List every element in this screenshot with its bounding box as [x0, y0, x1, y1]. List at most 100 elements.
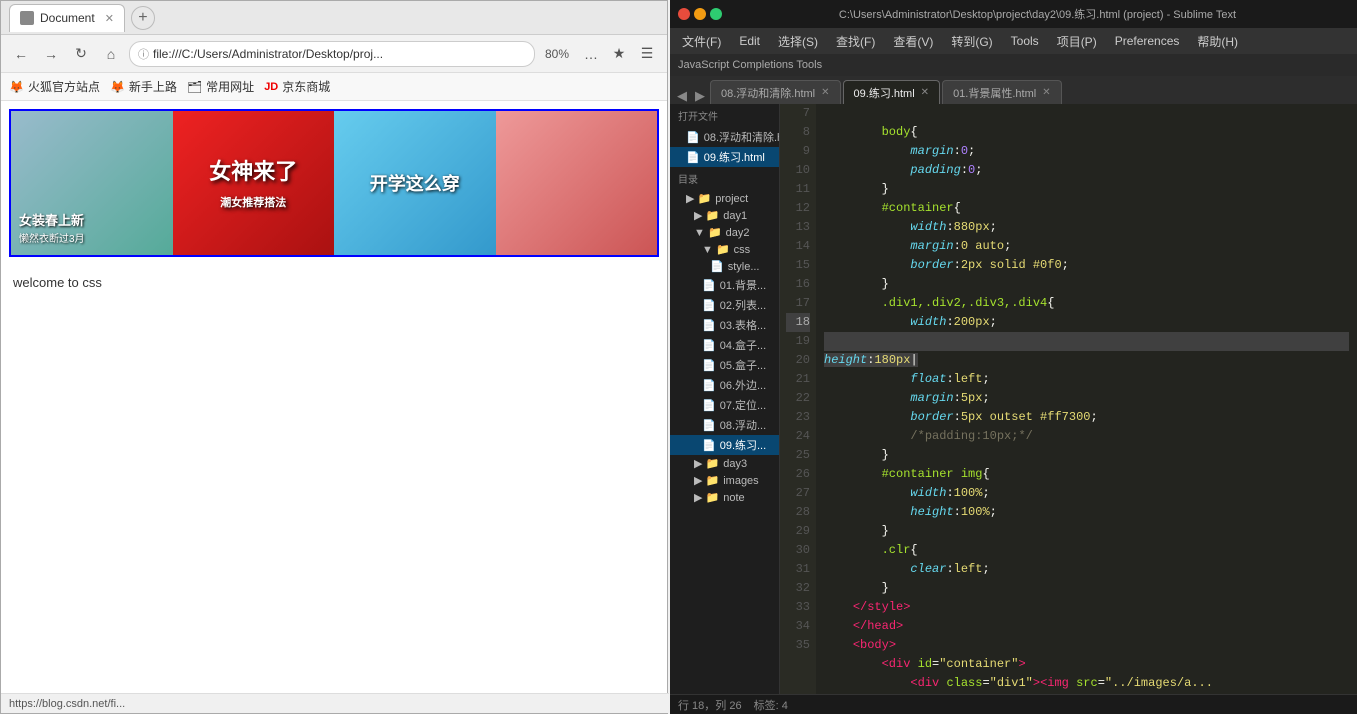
sidebar-folder-day1[interactable]: ▶ 📁 day1: [670, 207, 779, 224]
sidebar-folder-note[interactable]: ▶ 📁 note: [670, 489, 779, 506]
bookmark-common[interactable]: 🗂 常用网址: [187, 78, 254, 95]
file-05-label: 05.盒子...: [720, 357, 766, 373]
file-icon-08: 📄: [702, 419, 716, 432]
sidebar-file-practice-label: 09.练习.html: [704, 149, 765, 165]
image-1: 女装春上新懒然衣断过3月: [11, 111, 173, 255]
menu-file[interactable]: 文件(F): [674, 31, 729, 52]
address-bar[interactable]: ⓘ file:///C:/Users/Administrator/Desktop…: [129, 41, 535, 67]
sidebar-folder-css[interactable]: ▼ 📁 css: [670, 241, 779, 258]
sublime-statusbar: 行 18，列 26 标签: 4: [670, 694, 1357, 714]
sidebar-folder-images[interactable]: ▶ 📁 images: [670, 472, 779, 489]
folder-project-label: project: [715, 193, 748, 205]
tab-close-button[interactable]: ✕: [105, 12, 114, 25]
sublime-titlebar: C:\Users\Administrator\Desktop\project\d…: [670, 0, 1357, 28]
menu-help[interactable]: 帮助(H): [1189, 31, 1246, 52]
menu-view[interactable]: 查看(V): [885, 31, 941, 52]
more-button[interactable]: …: [579, 42, 603, 66]
tab-float-clear[interactable]: 08.浮动和清除.html ✕: [710, 80, 841, 104]
menu-project[interactable]: 项目(P): [1049, 31, 1105, 52]
refresh-button[interactable]: ↻: [69, 42, 93, 66]
open-files-title: 打开文件: [670, 104, 779, 127]
sidebar-file-style[interactable]: 📄 style...: [670, 258, 779, 275]
address-text: file:///C:/Users/Administrator/Desktop/p…: [153, 47, 526, 61]
tab-float-close[interactable]: ✕: [821, 87, 829, 98]
security-icon: ⓘ: [138, 46, 149, 62]
sidebar-file-06[interactable]: 📄 06.外边...: [670, 375, 779, 395]
sidebar-file-01[interactable]: 📄 01.背景...: [670, 275, 779, 295]
code-editor[interactable]: 7 8 9 10 11 12 13 14 15 16 17 18 19 20 2…: [780, 104, 1357, 694]
sidebar-file-05[interactable]: 📄 05.盒子...: [670, 355, 779, 375]
menu-edit[interactable]: Edit: [731, 32, 768, 50]
tab-practice-label: 09.练习.html: [854, 85, 915, 101]
image-2: 女神来了潮女推荐搭法: [173, 111, 335, 255]
folder-icon-note: ▶ 📁: [694, 491, 719, 504]
window-minimize-button[interactable]: [694, 8, 706, 20]
bookmark-button[interactable]: ★: [607, 42, 631, 66]
folder-icon-day1: ▶ 📁: [694, 209, 719, 222]
window-close-button[interactable]: [678, 8, 690, 20]
file-icon-06: 📄: [702, 379, 716, 392]
forward-button[interactable]: →: [39, 42, 63, 66]
folder-icon-project: ▶ 📁: [686, 192, 711, 205]
tab-float-label: 08.浮动和清除.html: [721, 85, 815, 101]
sublime-main: 打开文件 📄 08.浮动和清除.html 📄 09.练习.html 目录 ▶ 📁…: [670, 104, 1357, 694]
sidebar-folder-project[interactable]: ▶ 📁 project: [670, 190, 779, 207]
menu-select[interactable]: 选择(S): [770, 31, 826, 52]
sidebar-file-practice[interactable]: 📄 09.练习.html: [670, 147, 779, 167]
sidebar-file-float-label: 08.浮动和清除.html: [704, 129, 779, 145]
bookmark-jd[interactable]: JD 京东商城: [264, 78, 330, 95]
file-icon-float: 📄: [686, 131, 700, 144]
newbie-label: 新手上路: [129, 78, 177, 95]
file-icon-03: 📄: [702, 319, 716, 332]
file-08-label: 08.浮动...: [720, 417, 766, 433]
sidebar-file-08[interactable]: 📄 08.浮动...: [670, 415, 779, 435]
back-button[interactable]: ←: [9, 42, 33, 66]
sidebar-file-02[interactable]: 📄 02.列表...: [670, 295, 779, 315]
file-icon-05: 📄: [702, 359, 716, 372]
menu-tools[interactable]: Tools: [1003, 32, 1047, 50]
newbie-icon: 🦊: [110, 80, 125, 94]
sidebar-file-float[interactable]: 📄 08.浮动和清除.html: [670, 127, 779, 147]
folder-note-label: note: [723, 492, 744, 504]
menu-preferences[interactable]: Preferences: [1107, 32, 1188, 50]
folder-icon-day3: ▶ 📁: [694, 457, 719, 470]
browser-toolbar: ← → ↻ ⌂ ⓘ file:///C:/Users/Administrator…: [1, 35, 667, 73]
common-icon: 🗂: [187, 80, 202, 94]
sidebar-folder-day3[interactable]: ▶ 📁 day3: [670, 455, 779, 472]
file-icon-09: 📄: [702, 439, 716, 452]
bookmark-huhu[interactable]: 🦊 火狐官方站点: [9, 78, 100, 95]
tab-bg[interactable]: 01.背景属性.html ✕: [942, 80, 1062, 104]
file-04-label: 04.盒子...: [720, 337, 766, 353]
tab-practice[interactable]: 09.练习.html ✕: [843, 80, 941, 104]
zoom-level: 80%: [541, 47, 573, 61]
jd-icon: JD: [264, 81, 278, 93]
tab-prev-arrow[interactable]: ◀: [674, 88, 690, 104]
menu-goto[interactable]: 转到(G): [943, 31, 1000, 52]
tab-bg-close[interactable]: ✕: [1042, 87, 1050, 98]
folder-icon-images: ▶ 📁: [694, 474, 719, 487]
sidebar-folder-day2[interactable]: ▼ 📁 day2: [670, 224, 779, 241]
file-icon-practice: 📄: [686, 151, 700, 164]
common-label: 常用网址: [206, 78, 254, 95]
new-tab-button[interactable]: +: [131, 6, 155, 30]
home-button[interactable]: ⌂: [99, 42, 123, 66]
browser-tab-document[interactable]: Document ✕: [9, 4, 125, 32]
tab-bg-label: 01.背景属性.html: [953, 85, 1036, 101]
sidebar-file-07[interactable]: 📄 07.定位...: [670, 395, 779, 415]
file-09-label: 09.练习...: [720, 437, 766, 453]
sidebar-file-04[interactable]: 📄 04.盒子...: [670, 335, 779, 355]
extensions-button[interactable]: ☰: [635, 42, 659, 66]
sublime-title: C:\Users\Administrator\Desktop\project\d…: [726, 6, 1349, 22]
browser-window: Document ✕ + ← → ↻ ⌂ ⓘ file:///C:/Users/…: [0, 0, 668, 714]
bookmark-newbie[interactable]: 🦊 新手上路: [110, 78, 177, 95]
toolbar-text: JavaScript Completions Tools: [678, 59, 822, 71]
img2-label: 女神来了潮女推荐搭法: [209, 154, 297, 212]
menu-find[interactable]: 查找(F): [828, 31, 883, 52]
tab-next-arrow[interactable]: ▶: [692, 88, 708, 104]
img3-label: 开学这么穿: [370, 170, 460, 196]
sidebar-file-03[interactable]: 📄 03.表格...: [670, 315, 779, 335]
tab-practice-close[interactable]: ✕: [921, 87, 929, 98]
window-maximize-button[interactable]: [710, 8, 722, 20]
sidebar-file-09[interactable]: 📄 09.练习...: [670, 435, 779, 455]
welcome-text: welcome to css: [1, 265, 667, 300]
